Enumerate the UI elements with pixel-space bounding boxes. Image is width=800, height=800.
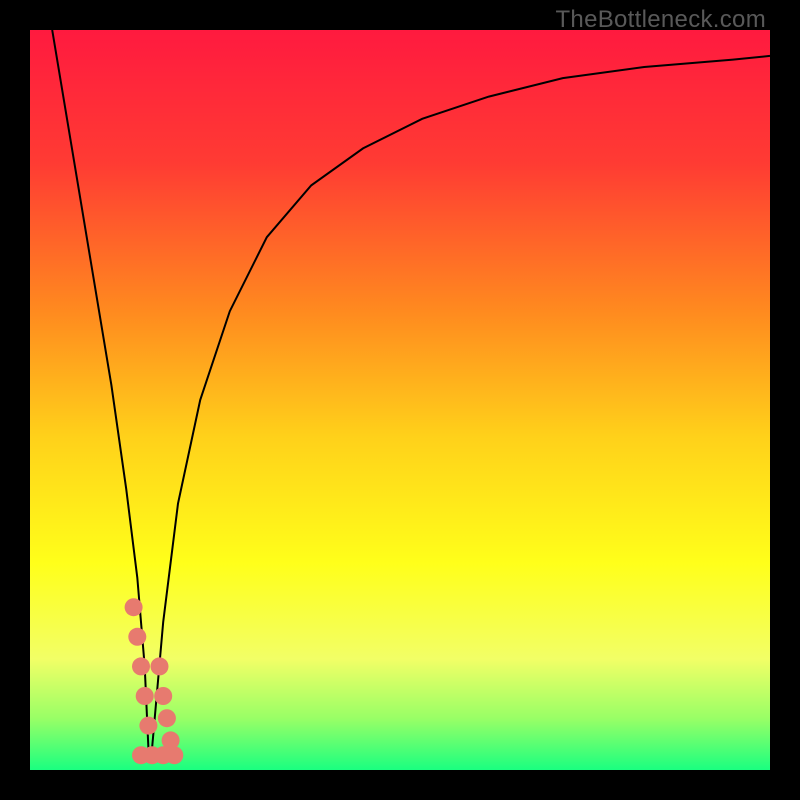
data-marker — [136, 687, 154, 705]
curve-layer — [30, 30, 770, 770]
chart-frame: TheBottleneck.com — [0, 0, 800, 800]
data-marker — [128, 628, 146, 646]
data-marker — [139, 717, 157, 735]
data-marker — [151, 657, 169, 675]
data-marker — [132, 657, 150, 675]
data-marker — [154, 687, 172, 705]
data-marker — [158, 709, 176, 727]
plot-area — [30, 30, 770, 770]
curve-right-curve — [152, 56, 770, 748]
data-marker — [125, 598, 143, 616]
data-marker — [165, 746, 183, 764]
